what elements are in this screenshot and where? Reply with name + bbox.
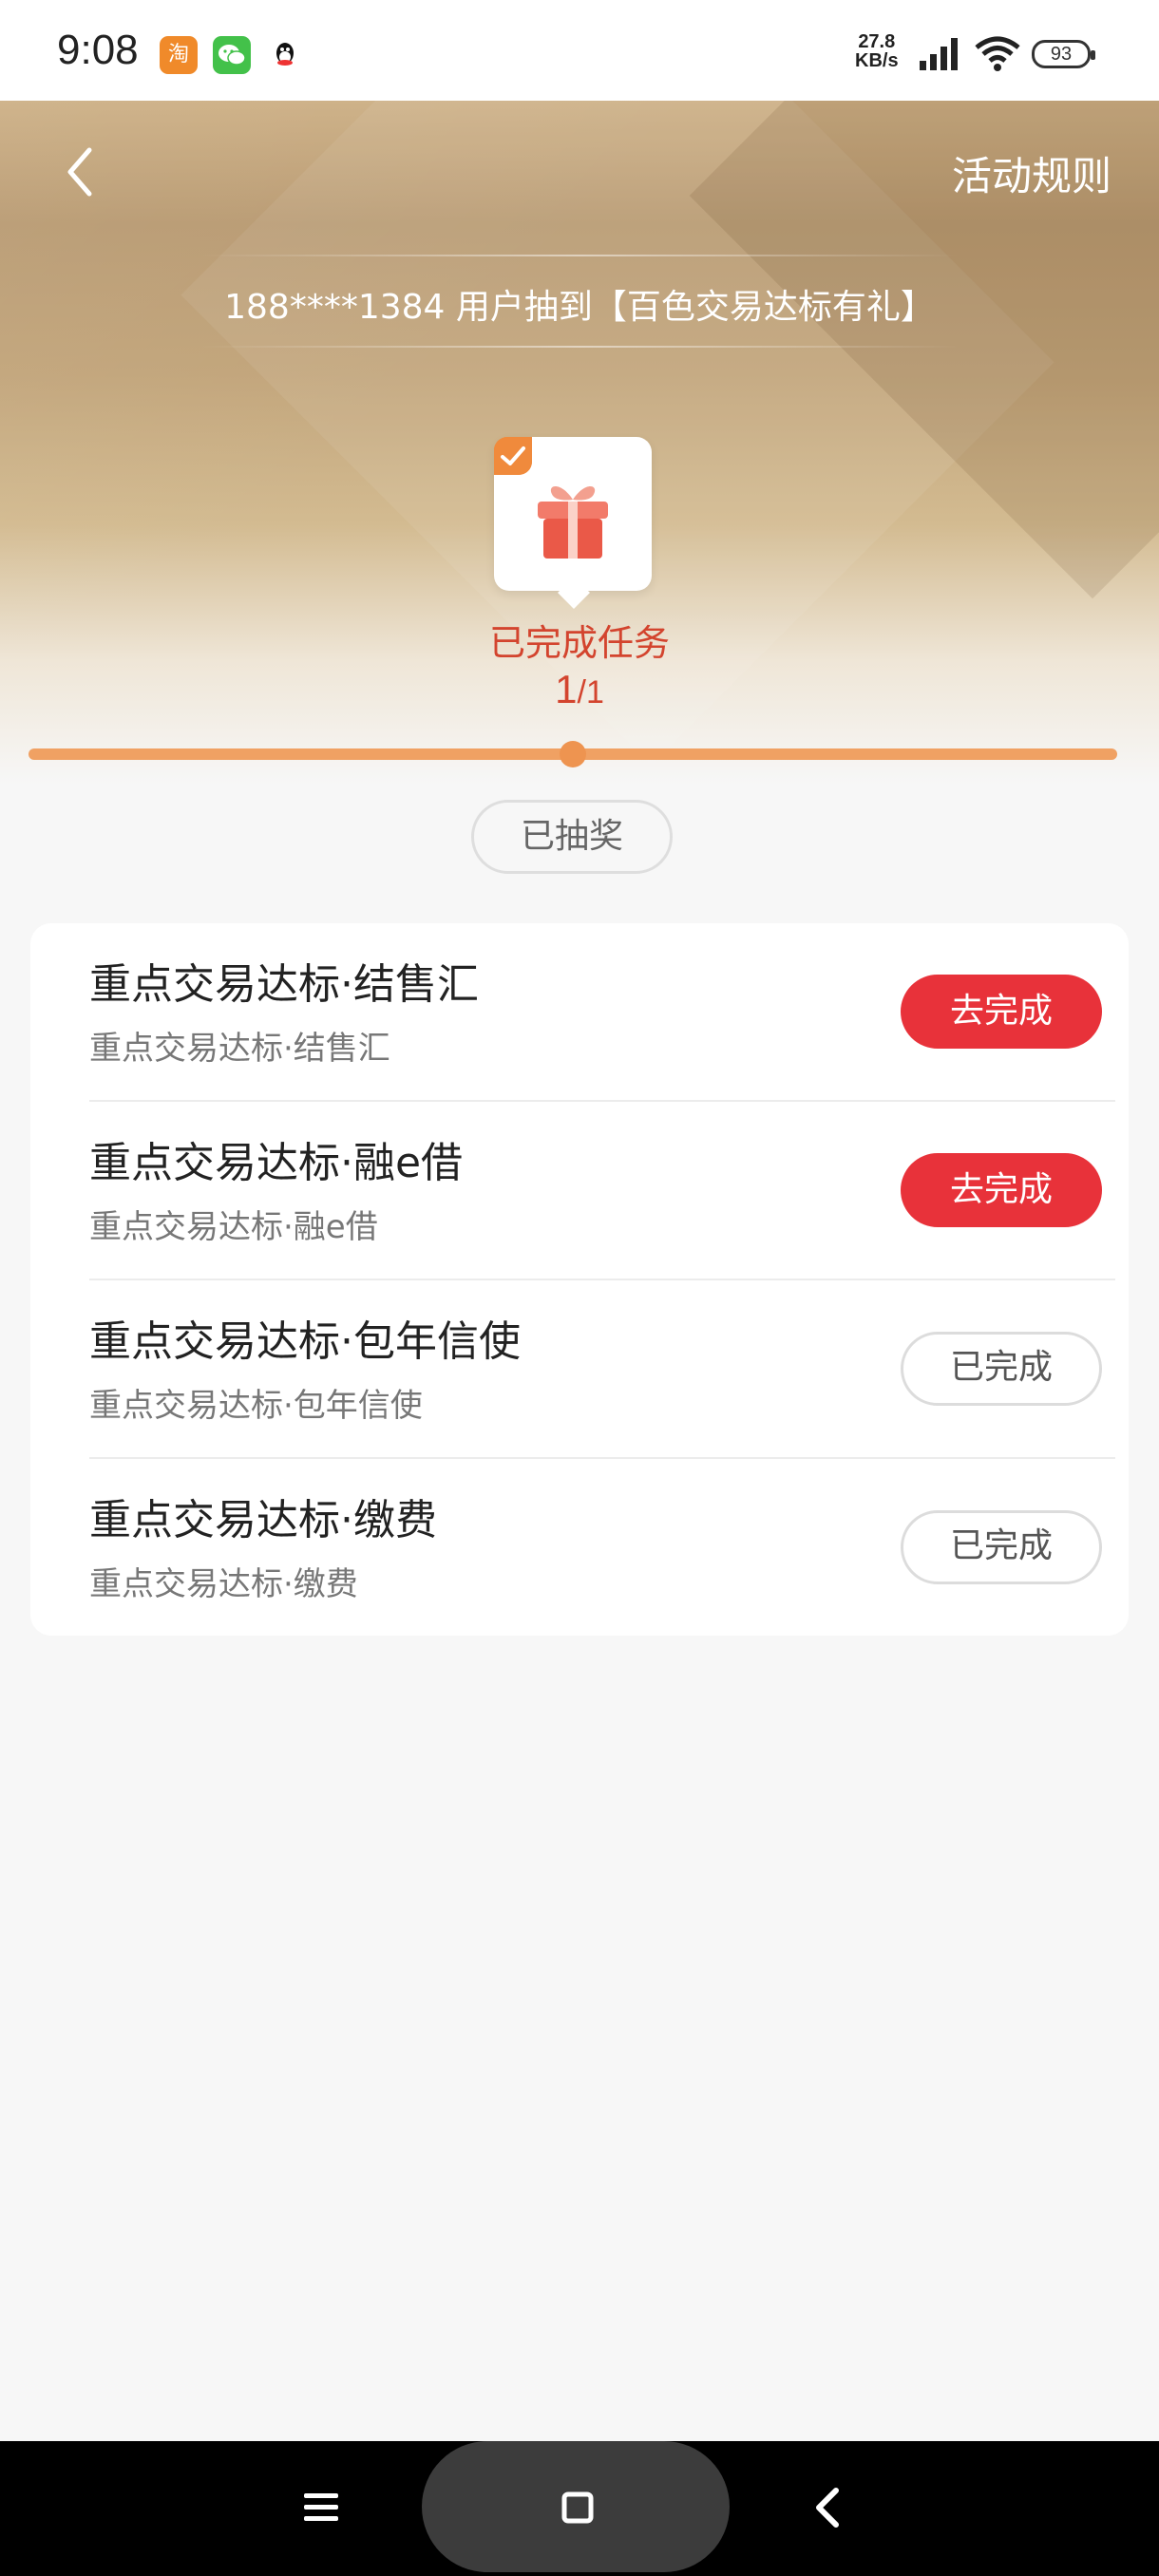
signal-icon: [920, 38, 958, 70]
status-time: 9:08: [57, 27, 139, 73]
wifi-icon: [975, 36, 1020, 71]
back-arrow-icon[interactable]: [57, 139, 104, 205]
task-subtitle: 重点交易达标·结售汇: [89, 1030, 390, 1068]
go-complete-button[interactable]: 去完成: [901, 975, 1102, 1049]
task-title: 重点交易达标·结售汇: [89, 960, 479, 1009]
ticker-divider: [200, 346, 960, 348]
qq-app-icon: [266, 36, 304, 74]
wechat-app-icon: [213, 36, 251, 74]
network-speed-value: 27.8: [858, 31, 896, 52]
back-nav-icon[interactable]: [813, 2487, 842, 2529]
task-gift-card: [494, 437, 652, 591]
winner-ticker: 188****1384 用户抽到【百色交易达标有礼】: [224, 288, 935, 327]
system-nav-bar: [0, 2441, 1159, 2576]
taobao-app-icon: 淘: [160, 36, 198, 74]
task-subtitle: 重点交易达标·包年信使: [89, 1387, 423, 1425]
network-speed: 27.8 KB/s: [855, 32, 899, 70]
hero-banner: 活动规则 188****1384 用户抽到【百色交易达标有礼】 已完成任务 1/…: [0, 101, 1159, 785]
task-progress-count: 1/1: [0, 667, 1159, 712]
drawn-status-button[interactable]: 已抽奖: [471, 800, 673, 874]
task-done-label: 已完成任务: [488, 622, 670, 664]
check-icon: [494, 437, 532, 475]
task-list: 重点交易达标·结售汇 重点交易达标·结售汇 去完成 重点交易达标·融e借 重点交…: [30, 923, 1129, 1636]
completed-button[interactable]: 已完成: [901, 1332, 1102, 1406]
task-row: 重点交易达标·结售汇 重点交易达标·结售汇 去完成: [89, 923, 1115, 1102]
task-row: 重点交易达标·融e借 重点交易达标·融e借 去完成: [89, 1102, 1115, 1280]
completed-button[interactable]: 已完成: [901, 1510, 1102, 1584]
task-row: 重点交易达标·包年信使 重点交易达标·包年信使 已完成: [89, 1280, 1115, 1459]
go-complete-button[interactable]: 去完成: [901, 1153, 1102, 1227]
progress-total: /1: [577, 674, 604, 710]
status-bar: 9:08 淘 27.8 KB/s 93: [0, 0, 1159, 101]
task-title: 重点交易达标·缴费: [89, 1496, 437, 1544]
menu-icon[interactable]: [302, 2491, 340, 2525]
gift-icon: [538, 486, 608, 559]
activity-rules-link[interactable]: 活动规则: [952, 144, 1112, 202]
progress-current: 1: [555, 667, 578, 711]
task-subtitle: 重点交易达标·缴费: [89, 1565, 358, 1603]
task-title: 重点交易达标·融e借: [89, 1139, 464, 1187]
battery-icon: 93: [1032, 40, 1095, 68]
ticker-divider: [200, 255, 960, 256]
home-square-icon[interactable]: [560, 2491, 595, 2525]
task-subtitle: 重点交易达标·融e借: [89, 1208, 378, 1246]
task-row: 重点交易达标·缴费 重点交易达标·缴费 已完成: [89, 1459, 1115, 1638]
progress-marker: [560, 741, 586, 767]
network-speed-unit: KB/s: [855, 50, 899, 71]
task-title: 重点交易达标·包年信使: [89, 1317, 521, 1366]
